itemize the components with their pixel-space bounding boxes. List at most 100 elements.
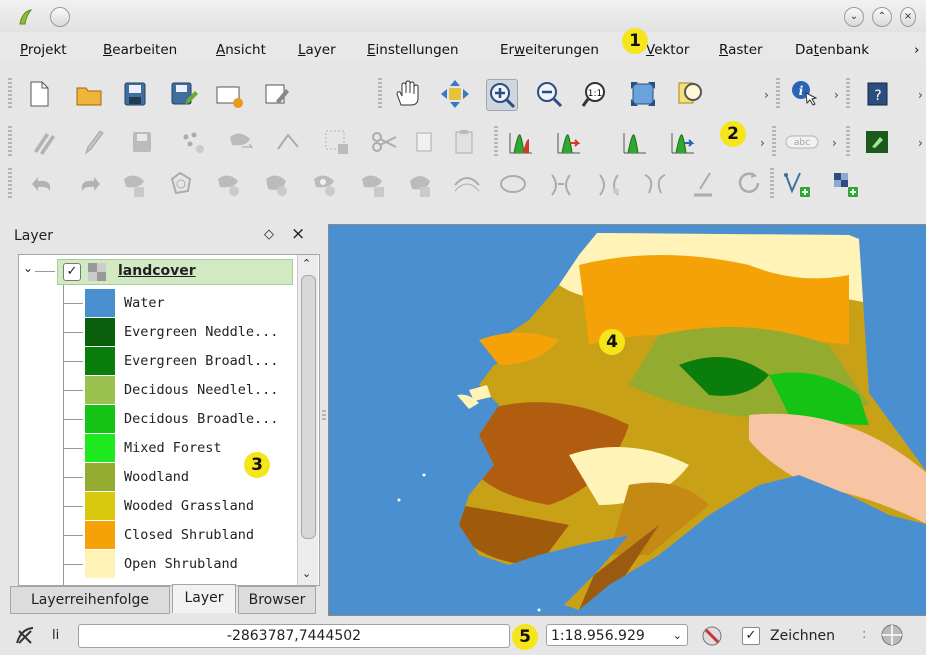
- menu-layer[interactable]: Layer: [298, 42, 336, 58]
- pan-map-icon[interactable]: [392, 79, 422, 109]
- node-tool-icon[interactable]: [274, 127, 304, 157]
- toolbar-handle[interactable]: [378, 78, 382, 110]
- rotate-feature-icon[interactable]: [734, 169, 764, 199]
- menu-einstellungen[interactable]: Einstellungen: [367, 42, 459, 58]
- scale-combobox[interactable]: 1:18.956.929 ⌄: [546, 624, 688, 646]
- menu-vektor[interactable]: Vektor: [646, 42, 689, 58]
- map-canvas[interactable]: 4: [328, 224, 926, 616]
- toolbar-handle[interactable]: [494, 126, 498, 158]
- panel-splitter-handle[interactable]: [322, 410, 326, 420]
- add-ring-icon[interactable]: [166, 169, 196, 199]
- layout-manager-icon[interactable]: [262, 79, 292, 109]
- menu-bearbeiten[interactable]: Bearbeiten: [103, 42, 177, 58]
- zoom-out-icon[interactable]: [534, 79, 564, 109]
- merge-selected-icon[interactable]: [594, 169, 624, 199]
- add-part-icon[interactable]: [214, 169, 244, 199]
- move-feature-icon[interactable]: [226, 127, 256, 157]
- menu-ansicht[interactable]: Ansicht: [216, 42, 266, 58]
- save-as-icon[interactable]: [168, 79, 198, 109]
- undo-icon[interactable]: [28, 169, 58, 199]
- new-raster-layer-icon[interactable]: [830, 169, 860, 199]
- toolbar-overflow-chevron-icon[interactable]: ›: [832, 136, 837, 150]
- float-panel-icon[interactable]: ◇: [264, 227, 274, 242]
- toolbar-handle[interactable]: [846, 126, 850, 158]
- pan-to-selection-icon[interactable]: [440, 79, 470, 109]
- toolbar-handle[interactable]: [846, 78, 850, 110]
- toolbar-overflow-chevron-icon[interactable]: ›: [918, 88, 923, 102]
- current-edits-icon[interactable]: [28, 127, 58, 157]
- new-vector-layer-icon[interactable]: [782, 169, 812, 199]
- toolbar-overflow-chevron-icon[interactable]: ›: [760, 136, 765, 150]
- new-print-layout-icon[interactable]: [214, 79, 244, 109]
- maximize-button[interactable]: ⌃: [872, 7, 892, 27]
- coordinate-toggle-icon[interactable]: [14, 625, 36, 647]
- scroll-down-icon[interactable]: ⌄: [302, 567, 311, 580]
- toolbar-overflow-chevron-icon[interactable]: ›: [834, 88, 839, 102]
- crs-status-icon[interactable]: [880, 623, 904, 647]
- delete-ring-icon[interactable]: [310, 169, 340, 199]
- full-histogram-stretch-icon[interactable]: [620, 127, 650, 157]
- vertical-scrollbar[interactable]: ⌃ ⌄: [297, 255, 318, 585]
- split-features-icon[interactable]: [498, 169, 528, 199]
- histogram-stretch-icon[interactable]: [506, 127, 536, 157]
- toolbar-handle[interactable]: [8, 78, 12, 110]
- new-project-icon[interactable]: [24, 79, 54, 109]
- toolbar-handle[interactable]: [8, 126, 12, 158]
- toolbar-overflow-chevron-icon[interactable]: ›: [764, 88, 769, 102]
- rotate-point-symbols-icon[interactable]: [688, 169, 718, 199]
- toolbar-handle[interactable]: [772, 126, 776, 158]
- close-window-button[interactable]: ×: [900, 7, 916, 27]
- delete-selected-icon[interactable]: [322, 127, 352, 157]
- layer-tree[interactable]: ⌄ ✓ landcover Water Evergreen Neddle... Ev…: [18, 254, 320, 586]
- toolbar-overflow-chevron-icon[interactable]: ›: [918, 136, 923, 150]
- scroll-thumb[interactable]: [301, 275, 316, 539]
- toolbar-handle[interactable]: [8, 168, 12, 200]
- layer-item-landcover[interactable]: ✓ landcover: [57, 259, 293, 285]
- window-menu-button[interactable]: [50, 7, 70, 27]
- menu-raster[interactable]: Raster: [719, 42, 763, 58]
- cut-features-icon[interactable]: [370, 127, 400, 157]
- local-full-stretch-icon[interactable]: [668, 127, 698, 157]
- tab-layer-order[interactable]: Layerreihenfolge: [10, 586, 170, 614]
- menu-datenbank[interactable]: Datenbank: [795, 42, 869, 58]
- paste-features-icon[interactable]: [450, 127, 480, 157]
- toggle-editing-icon[interactable]: [78, 127, 108, 157]
- layer-visibility-checkbox[interactable]: ✓: [63, 263, 81, 281]
- open-project-icon[interactable]: [74, 79, 104, 109]
- copy-features-icon[interactable]: [410, 127, 440, 157]
- zoom-in-icon[interactable]: [486, 79, 518, 111]
- scroll-up-icon[interactable]: ⌃: [302, 257, 311, 270]
- toolbar-handle[interactable]: [770, 168, 774, 200]
- toolbar-handle[interactable]: [776, 78, 780, 110]
- chevron-down-icon[interactable]: ⌄: [673, 625, 682, 647]
- help-icon[interactable]: ?: [862, 79, 892, 109]
- menu-erweiterungen[interactable]: Erweiterungen: [500, 42, 599, 58]
- collapse-arrow-icon[interactable]: ⌄: [23, 261, 33, 275]
- local-histogram-stretch-icon[interactable]: [554, 127, 584, 157]
- plugin-icon[interactable]: [862, 127, 892, 157]
- zoom-to-selection-icon[interactable]: [676, 79, 706, 109]
- reshape-features-icon[interactable]: [406, 169, 436, 199]
- coordinate-field[interactable]: -2863787,7444502: [78, 624, 510, 648]
- fill-ring-icon[interactable]: [262, 169, 292, 199]
- split-parts-icon[interactable]: [546, 169, 576, 199]
- close-panel-icon[interactable]: ×: [291, 224, 305, 244]
- zoom-full-icon[interactable]: [628, 79, 658, 109]
- tab-layer[interactable]: Layer: [172, 584, 236, 613]
- add-point-feature-icon[interactable]: [178, 127, 208, 157]
- menu-projekt[interactable]: Projekt: [20, 42, 67, 58]
- offset-curve-icon[interactable]: [452, 169, 482, 199]
- save-project-icon[interactable]: [120, 79, 150, 109]
- merge-attributes-icon[interactable]: [640, 169, 670, 199]
- label-tool-icon[interactable]: abc: [784, 127, 820, 157]
- menu-overflow-chevron-icon[interactable]: ›: [914, 42, 919, 58]
- zoom-native-resolution-icon[interactable]: 1:1: [580, 79, 610, 109]
- stop-render-icon[interactable]: [700, 624, 724, 648]
- render-checkbox[interactable]: ✓: [742, 627, 760, 645]
- simplify-feature-icon[interactable]: [120, 169, 150, 199]
- redo-icon[interactable]: [74, 169, 104, 199]
- save-layer-edits-icon[interactable]: [128, 127, 158, 157]
- identify-features-icon[interactable]: i: [790, 79, 820, 109]
- tab-browser[interactable]: Browser: [238, 586, 316, 614]
- delete-part-icon[interactable]: [358, 169, 388, 199]
